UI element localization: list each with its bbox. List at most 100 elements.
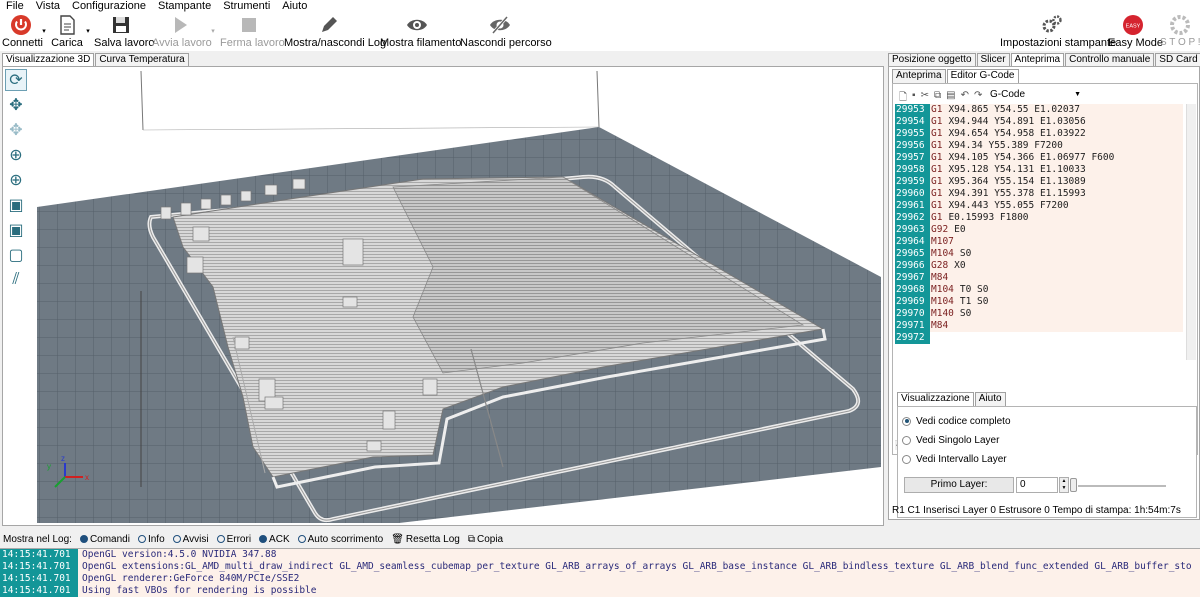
gcode-text: M84 [930, 320, 1183, 332]
parallel-lines-icon[interactable]: ⫽ [5, 269, 27, 291]
gcode-line[interactable]: 29955 G1 X94.654 Y54.958 E1.03922 [895, 128, 1183, 140]
start-dropdown[interactable]: ▾ [209, 27, 217, 65]
show-filament-button[interactable]: Mostra filamento [380, 13, 461, 51]
menu-help[interactable]: Aiuto [276, 0, 313, 13]
tab-manual-control[interactable]: Controllo manuale [1065, 53, 1155, 66]
tab-visualization[interactable]: Visualizzazione [897, 392, 974, 406]
gcode-line[interactable]: 29957 G1 X94.105 Y54.366 E1.06977 F600 [895, 152, 1183, 164]
menu-view[interactable]: Vista [30, 0, 66, 13]
move-object-icon[interactable]: ✥ [5, 119, 27, 141]
gcode-command: M84 [931, 320, 949, 331]
tab-gcode-editor[interactable]: Editor G-Code [946, 69, 1019, 83]
radio-single-layer[interactable]: Vedi Singolo Layer [902, 434, 999, 446]
tab-temperature-curve[interactable]: Curva Temperatura [95, 53, 189, 66]
gcode-line[interactable]: 29959 G1 X95.364 Y55.154 E1.13089 [895, 176, 1183, 188]
hide-path-button[interactable]: Nascondi percorso [460, 13, 552, 51]
log-filter-warnings[interactable]: Avvisi [172, 534, 209, 545]
log-timestamp: 14:15:41.701 [0, 549, 78, 561]
move-view-icon[interactable]: ✥ [5, 94, 27, 116]
vertical-scrollbar[interactable] [1186, 104, 1196, 360]
radio-layer-range[interactable]: Vedi Intervallo Layer [902, 453, 1007, 465]
gcode-text: M104 T1 S0 [930, 296, 1183, 308]
first-layer-button[interactable]: Primo Layer: [904, 477, 1014, 493]
emergency-stop-button[interactable]: S T O P ! [1160, 13, 1200, 51]
cube-iso-view-icon[interactable]: ▣ [5, 194, 27, 216]
cube-wire-view-icon[interactable]: ▢ [5, 244, 27, 266]
tab-object-placement[interactable]: Posizione oggetto [888, 53, 976, 66]
zoom-icon[interactable]: ⊕ [5, 144, 27, 166]
tab-preview[interactable]: Anteprima [1010, 53, 1065, 66]
gcode-args: T0 S0 [959, 284, 989, 295]
first-layer-slider[interactable] [1070, 478, 1077, 492]
gcode-line[interactable]: 29953 G1 X94.865 Y54.55 E1.02037 [895, 104, 1183, 116]
gcode-line[interactable]: 29954 G1 X94.944 Y54.891 E1.03056 [895, 116, 1183, 128]
new-file-icon[interactable]: 🗋 [899, 90, 907, 103]
paste-icon[interactable]: ▤ [946, 90, 955, 102]
copy-icon[interactable]: ⧉ [934, 90, 941, 102]
tab-3d-view[interactable]: Visualizzazione 3D [2, 53, 95, 66]
gcode-type-select[interactable]: G-Code ▼ [987, 88, 1083, 102]
gcode-line[interactable]: 29965 M104 S0 [895, 248, 1183, 260]
copy-icon: ⧉ [467, 533, 475, 545]
gcode-line[interactable]: 29968 M104 T0 S0 [895, 284, 1183, 296]
gcode-line[interactable]: 29971 M84 [895, 320, 1183, 332]
menu-printer[interactable]: Stampante [152, 0, 217, 13]
connect-button[interactable]: Connetti [2, 13, 43, 51]
undo-icon[interactable]: ↶ [961, 90, 969, 102]
save-job-button[interactable]: Salva lavoro [94, 13, 155, 51]
log-filter-info[interactable]: Info [137, 534, 165, 545]
line-number: 29956 [895, 140, 930, 152]
menu-file[interactable]: File [0, 0, 30, 13]
tab-preview-sub[interactable]: Anteprima [892, 69, 946, 83]
save-file-icon[interactable]: ▪ [912, 90, 916, 102]
easy-mode-button[interactable]: EASY Easy Mode [1108, 13, 1163, 51]
first-layer-input[interactable]: 0 [1016, 477, 1058, 493]
copy-log-button[interactable]: ⧉ Copia [468, 534, 503, 545]
log-filter-errors[interactable]: Errori [216, 534, 251, 545]
gcode-line[interactable]: 29961 G1 X94.443 Y55.055 F7200 [895, 200, 1183, 212]
gcode-line[interactable]: 29964 M107 [895, 236, 1183, 248]
radio-full-code[interactable]: Vedi codice completo [902, 415, 1011, 427]
line-number: 29958 [895, 164, 930, 176]
gcode-lines[interactable]: 29953 G1 X94.865 Y54.55 E1.02037 29954 G1 X94… [895, 104, 1183, 360]
gcode-command: G1 [931, 116, 943, 127]
log-output[interactable]: 14:15:41.701 OpenGL version:4.5.0 NVIDIA … [0, 548, 1200, 601]
log-filter-ack[interactable]: ACK [259, 534, 290, 545]
3d-viewport[interactable]: z x y ⟳ ✥ ✥ ⊕ ⊕ ▣ ▣ ▢ ⫽ [2, 66, 884, 526]
menu-config[interactable]: Configurazione [66, 0, 152, 13]
rotate-view-icon[interactable]: ⟳ [5, 69, 27, 91]
start-job-button[interactable]: Avvia lavoro [152, 13, 212, 51]
reset-log-button[interactable]: 🗑 Resetta Log [391, 534, 460, 545]
zoom-fit-icon[interactable]: ⊕ [5, 169, 27, 191]
log-auto-scroll[interactable]: Auto scorrimento [297, 534, 383, 545]
gcode-line[interactable]: 29956 G1 X94.34 Y55.389 F7200 [895, 140, 1183, 152]
log-timestamp: 14:15:41.701 [0, 585, 78, 597]
tab-sd-card[interactable]: SD Card [1155, 53, 1200, 66]
printer-settings-button[interactable]: Impostazioni stampante [1000, 13, 1116, 51]
menu-tools[interactable]: Strumenti [217, 0, 276, 13]
gcode-args: X94.944 Y54.891 E1.03056 [948, 116, 1086, 127]
log-filter-bar: Mostra nel Log: Comandi Info Avvisi Erro… [0, 531, 1200, 547]
svg-text:y: y [47, 462, 51, 471]
gcode-line[interactable]: 29966 G28 X0 [895, 260, 1183, 272]
gcode-line[interactable]: 29958 G1 X95.128 Y54.131 E1.10033 [895, 164, 1183, 176]
gcode-line[interactable]: 29962 G1 E0.15993 F1800 [895, 212, 1183, 224]
cut-icon[interactable]: ✂ [921, 90, 929, 102]
gcode-line[interactable]: 29970 M140 S0 [895, 308, 1183, 320]
gcode-line[interactable]: 29963 G92 E0 [895, 224, 1183, 236]
cube-front-view-icon[interactable]: ▣ [5, 219, 27, 241]
redo-icon[interactable]: ↷ [974, 90, 982, 102]
gcode-line[interactable]: 29967 M84 [895, 272, 1183, 284]
tab-slicer[interactable]: Slicer [976, 53, 1010, 66]
tab-help[interactable]: Aiuto [974, 392, 1006, 406]
load-button[interactable]: Carica [50, 13, 84, 51]
gcode-command: G92 [931, 224, 949, 235]
stop-job-button[interactable]: Ferma lavoro [220, 13, 285, 51]
gcode-args: E0 [954, 224, 966, 235]
toggle-log-button[interactable]: Mostra/nascondi Log [284, 13, 386, 51]
gcode-line[interactable]: 29969 M104 T1 S0 [895, 296, 1183, 308]
log-filter-commands[interactable]: Comandi [79, 534, 130, 545]
gcode-line[interactable]: 29972 [895, 332, 1183, 344]
first-layer-stepper[interactable]: ▲ ▼ [1059, 477, 1069, 493]
gcode-line[interactable]: 29960 G1 X94.391 Y55.378 E1.15993 [895, 188, 1183, 200]
